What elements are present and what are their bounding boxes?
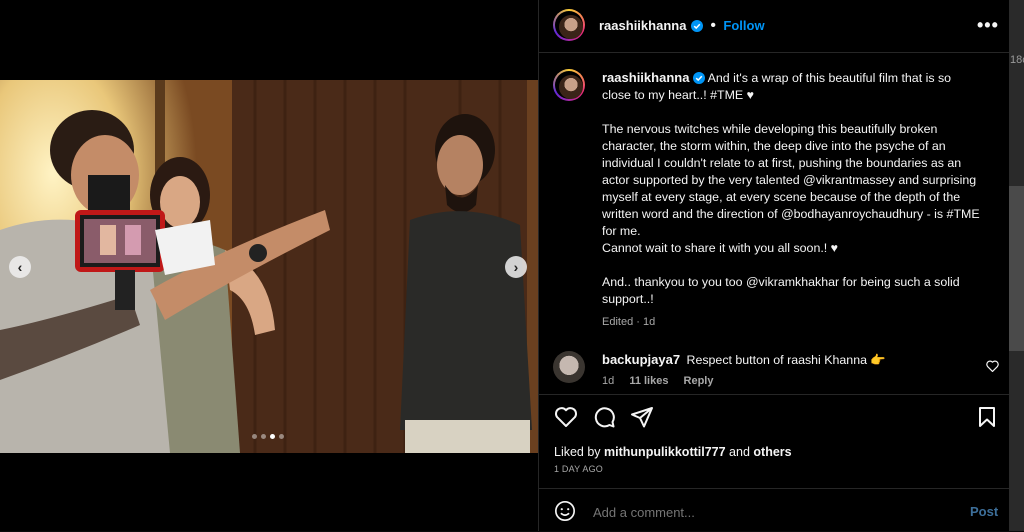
post-details-pane: raashiikhanna • Follow ••• raashiikhanna xyxy=(538,0,1009,531)
share-icon[interactable] xyxy=(630,405,654,429)
comment-like-heart-icon[interactable] xyxy=(986,360,999,372)
carousel-indicator xyxy=(252,434,284,439)
more-horizontal-icon: ••• xyxy=(977,15,999,35)
comment-input[interactable] xyxy=(591,501,935,523)
post-header: raashiikhanna • Follow ••• xyxy=(539,0,1009,53)
backdrop-peek-text: 18c xyxy=(1010,54,1024,66)
comment-item: backupjaya7 Respect button of raashi Kha… xyxy=(602,352,962,368)
author-avatar[interactable] xyxy=(553,9,585,41)
chevron-right-icon: › xyxy=(513,259,519,275)
heart-icon[interactable] xyxy=(554,405,578,429)
liked-by-user[interactable]: mithunpulikkottil777 xyxy=(604,445,726,459)
next-slide-button[interactable]: › xyxy=(505,256,527,278)
emoji-icon[interactable] xyxy=(554,500,576,522)
caption-line: Cannot wait to share it with you all soo… xyxy=(602,241,839,255)
chevron-left-icon: ‹ xyxy=(17,259,23,275)
caption-spacer xyxy=(602,257,982,274)
verified-badge-icon xyxy=(692,72,705,84)
caption-meta: Edited · 1d xyxy=(602,316,656,328)
post-caption: raashiikhanna And it's a wrap of this be… xyxy=(602,69,982,331)
backdrop-strip: 18c xyxy=(1008,0,1024,531)
liked-by-prefix: Liked by xyxy=(554,445,605,459)
separator-dot: • xyxy=(710,17,716,34)
author-username[interactable]: raashiikhanna xyxy=(599,18,686,33)
post-photo xyxy=(0,80,538,453)
carousel-dot-active xyxy=(270,434,275,439)
commenter-avatar[interactable] xyxy=(553,351,585,383)
commenter-username[interactable]: backupjaya7 xyxy=(602,352,680,367)
post-actions xyxy=(539,394,1009,441)
comment-icon[interactable] xyxy=(592,405,616,429)
previous-slide-button[interactable]: ‹ xyxy=(9,256,31,278)
comment-meta: 1d 11 likes Reply xyxy=(602,375,714,387)
film-set-photo xyxy=(0,80,538,453)
reply-button[interactable]: Reply xyxy=(684,375,714,387)
caption-author-avatar[interactable] xyxy=(553,69,585,101)
media-pane: ‹ › xyxy=(0,0,538,531)
comment-text: Respect button of raashi Khanna 👉 xyxy=(686,353,886,367)
carousel-dot xyxy=(252,434,257,439)
comments-area: raashiikhanna And it's a wrap of this be… xyxy=(539,53,1009,393)
verified-badge-icon xyxy=(690,20,703,32)
caption-spacer xyxy=(602,104,982,121)
follow-button[interactable]: Follow xyxy=(723,18,764,33)
liked-by-middle: and xyxy=(725,445,754,459)
post-timestamp: 1 DAY AGO xyxy=(554,464,603,474)
backdrop-thumbnail xyxy=(1008,186,1024,351)
carousel-dot xyxy=(279,434,284,439)
bookmark-icon[interactable] xyxy=(975,405,999,429)
caption-paragraph: The nervous twitches while developing th… xyxy=(602,122,980,238)
comment-age: 1d xyxy=(602,375,615,387)
comment-likes[interactable]: 11 likes xyxy=(629,375,668,387)
liked-by-others[interactable]: others xyxy=(753,445,791,459)
caption-line: And.. thankyou to you too @vikramkhakhar… xyxy=(602,275,960,306)
caption-username[interactable]: raashiikhanna xyxy=(602,70,689,85)
more-options-button[interactable]: ••• xyxy=(977,15,999,36)
carousel-dot xyxy=(261,434,266,439)
liked-by-summary: Liked by mithunpulikkottil777 and others xyxy=(554,445,792,459)
post-comment-button[interactable]: Post xyxy=(970,504,998,519)
add-comment-bar: Post xyxy=(539,488,1009,532)
